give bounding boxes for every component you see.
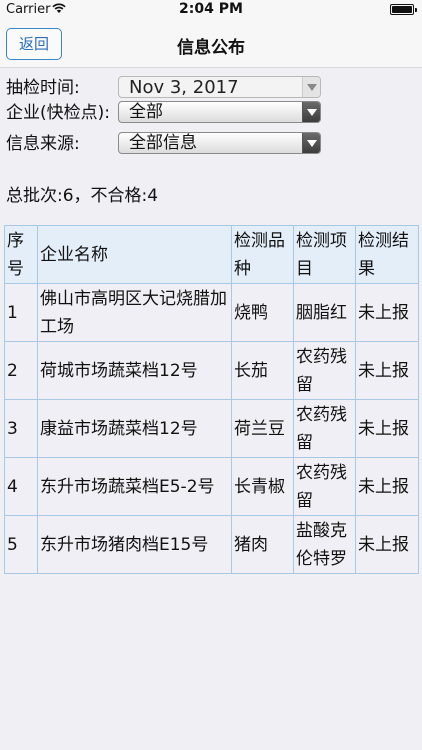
col-header-index: 序号	[4, 225, 38, 284]
col-header-enterprise: 企业名称	[37, 225, 232, 284]
chevron-down-icon	[302, 102, 320, 122]
cell-result: 未上报	[355, 283, 419, 342]
nav-bar: 返回 信息公布	[0, 20, 422, 68]
table-row[interactable]: 5 东升市场猪肉档E15号 猪肉 盐酸克伦特罗 未上报	[4, 515, 419, 574]
status-time: 2:04 PM	[179, 1, 243, 17]
cell-result: 未上报	[355, 341, 419, 400]
cell-enterprise: 东升市场猪肉档E15号	[37, 515, 232, 574]
enterprise-select[interactable]: 全部	[118, 101, 321, 123]
cell-index: 5	[4, 515, 38, 574]
cell-variety: 猪肉	[231, 515, 294, 574]
cell-enterprise: 东升市场蔬菜档E5-2号	[37, 457, 232, 516]
cell-item: 盐酸克伦特罗	[293, 515, 356, 574]
table-row[interactable]: 1 佛山市高明区大记烧腊加工场 烧鸭 胭脂红 未上报	[4, 283, 419, 342]
cell-result: 未上报	[355, 515, 419, 574]
table-row[interactable]: 4 东升市场蔬菜档E5-2号 长青椒 农药残留 未上报	[4, 457, 419, 516]
check-time-label: 抽检时间:	[6, 78, 80, 98]
check-time-picker[interactable]: Nov 3, 2017	[118, 76, 321, 98]
cell-item: 农药残留	[293, 457, 356, 516]
cell-index: 2	[4, 341, 38, 400]
cell-variety: 长茄	[231, 341, 294, 400]
cell-enterprise: 荷城市场蔬菜档12号	[37, 341, 232, 400]
cell-index: 1	[4, 283, 38, 342]
table-row[interactable]: 2 荷城市场蔬菜档12号 长茄 农药残留 未上报	[4, 341, 419, 400]
chevron-down-icon	[302, 133, 320, 153]
cell-variety: 长青椒	[231, 457, 294, 516]
cell-item: 农药残留	[293, 341, 356, 400]
enterprise-label: 企业(快检点):	[6, 103, 110, 123]
battery-icon	[390, 4, 417, 15]
col-header-item: 检测项目	[293, 225, 356, 284]
cell-variety: 烧鸭	[231, 283, 294, 342]
col-header-variety: 检测品种	[231, 225, 294, 284]
table-row[interactable]: 3 康益市场蔬菜档12号 荷兰豆 农药残留 未上报	[4, 399, 419, 458]
cell-result: 未上报	[355, 399, 419, 458]
results-table: 序号 企业名称 检测品种 检测项目 检测结果 1 佛山市高明区大记烧腊加工场 烧…	[4, 225, 419, 574]
cell-item: 农药残留	[293, 399, 356, 458]
page-title: 信息公布	[177, 38, 245, 58]
enterprise-value: 全部	[129, 102, 163, 122]
cell-enterprise: 佛山市高明区大记烧腊加工场	[37, 283, 232, 342]
cell-enterprise: 康益市场蔬菜档12号	[37, 399, 232, 458]
summary-text: 总批次:6，不合格:4	[6, 186, 159, 206]
cell-variety: 荷兰豆	[231, 399, 294, 458]
cell-index: 4	[4, 457, 38, 516]
source-value: 全部信息	[129, 133, 197, 153]
check-time-value: Nov 3, 2017	[129, 77, 239, 98]
cell-index: 3	[4, 399, 38, 458]
table-header-row: 序号 企业名称 检测品种 检测项目 检测结果	[4, 225, 419, 284]
source-select[interactable]: 全部信息	[118, 132, 321, 154]
cell-result: 未上报	[355, 457, 419, 516]
cell-item: 胭脂红	[293, 283, 356, 342]
chevron-down-icon	[302, 77, 320, 97]
col-header-result: 检测结果	[355, 225, 419, 284]
status-bar: Carrier 2:04 PM	[0, 0, 422, 20]
source-label: 信息来源:	[6, 134, 80, 154]
